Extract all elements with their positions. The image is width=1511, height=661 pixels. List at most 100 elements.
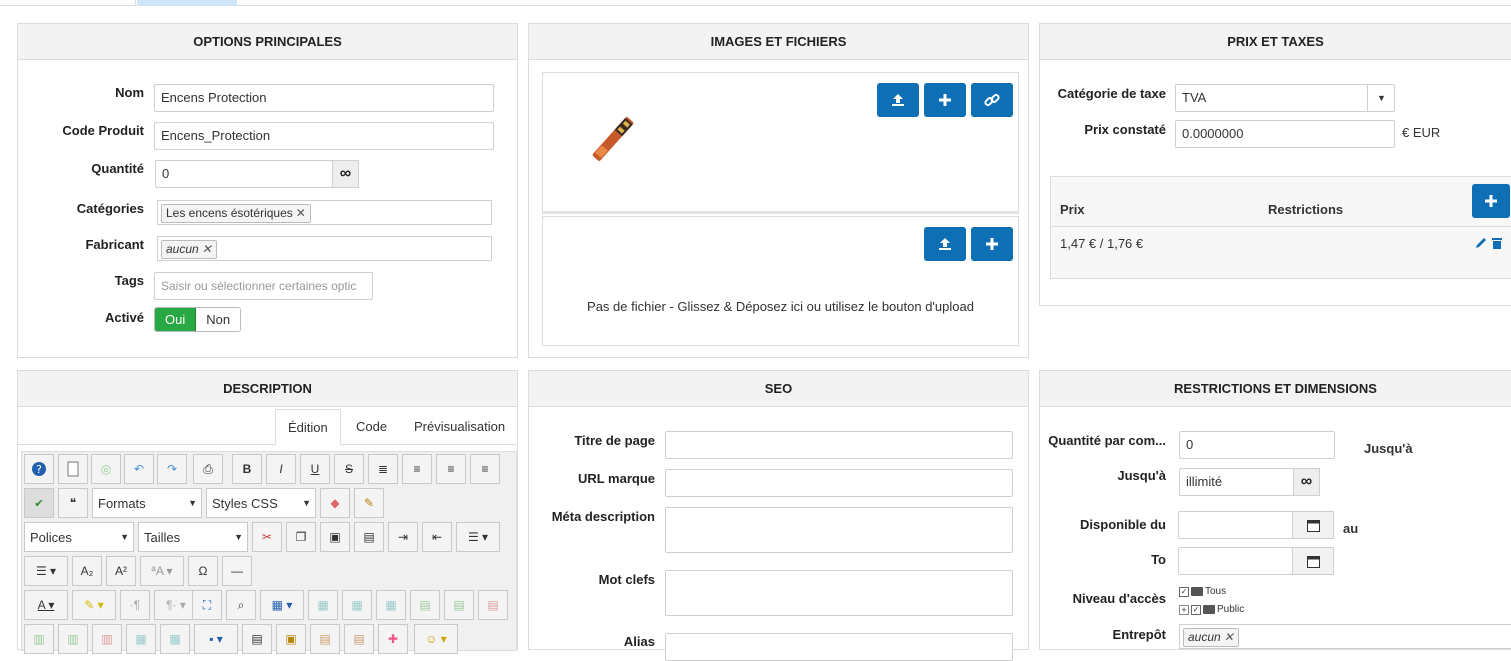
- available-from-input[interactable]: [1178, 511, 1293, 539]
- image-button[interactable]: ▤: [344, 624, 374, 654]
- char-case-button[interactable]: ªA ▾: [140, 556, 184, 586]
- table-delete-button[interactable]: ▦: [308, 590, 338, 620]
- row-before-button[interactable]: ▤: [410, 590, 440, 620]
- warehouse-select[interactable]: aucun ✕: [1179, 624, 1511, 649]
- tab-code[interactable]: Code: [344, 409, 399, 445]
- categories-select[interactable]: Les encens ésotériques ✕: [157, 200, 492, 225]
- emoticon-button[interactable]: ☺ ▾: [414, 624, 458, 654]
- superscript-button[interactable]: A²: [106, 556, 136, 586]
- upload-file-button[interactable]: [924, 227, 966, 261]
- paste-button[interactable]: ▣: [320, 522, 350, 552]
- undo-button[interactable]: ↶: [124, 454, 154, 484]
- alias-input[interactable]: [665, 633, 1013, 661]
- col-delete-button[interactable]: ▥: [92, 624, 122, 654]
- paste-text-button[interactable]: ▤: [354, 522, 384, 552]
- active-yes[interactable]: Oui: [155, 308, 197, 331]
- expand-icon[interactable]: +: [1179, 604, 1189, 615]
- add-image-button[interactable]: [924, 83, 966, 117]
- active-toggle[interactable]: Oui Non: [154, 307, 242, 332]
- code-input[interactable]: Encens_Protection: [154, 122, 494, 150]
- subscript-button[interactable]: A₂: [72, 556, 102, 586]
- special-char-button[interactable]: Ω: [188, 556, 218, 586]
- tab-active[interactable]: [137, 0, 237, 6]
- tab-inactive[interactable]: [18, 0, 136, 6]
- access-tree-tous[interactable]: ✓ Tous: [1179, 586, 1226, 597]
- trash-icon[interactable]: [1491, 236, 1503, 250]
- available-to-input[interactable]: [1178, 547, 1293, 575]
- tax-category-select[interactable]: TVA: [1175, 84, 1395, 112]
- calendar-button[interactable]: [1292, 511, 1334, 539]
- fullscreen-button[interactable]: ⛶: [192, 590, 222, 620]
- prix-constate-input[interactable]: 0.0000000: [1175, 120, 1395, 148]
- blockquote-button[interactable]: ❝: [58, 488, 88, 518]
- new-doc-button[interactable]: [58, 454, 88, 484]
- bold-button[interactable]: B: [232, 454, 262, 484]
- qty-order-input[interactable]: 0: [1179, 431, 1335, 459]
- split-cells-button[interactable]: ▦: [160, 624, 190, 654]
- link-image-button[interactable]: [971, 83, 1013, 117]
- indent-button[interactable]: ⇥: [388, 522, 418, 552]
- align-left-button[interactable]: ≡: [436, 454, 466, 484]
- tab-preview[interactable]: Prévisualisation: [402, 409, 517, 445]
- find-button[interactable]: ⌕: [226, 590, 256, 620]
- highlight-button[interactable]: ✎ ▾: [72, 590, 116, 620]
- nom-input[interactable]: Encens Protection: [154, 84, 494, 112]
- tab-edition[interactable]: Édition: [275, 409, 341, 445]
- until-input[interactable]: illimité: [1179, 468, 1294, 496]
- sizes-select[interactable]: Tailles ▼: [138, 522, 248, 552]
- ordered-list-button[interactable]: ☰ ▾: [456, 522, 500, 552]
- bullet-list-button[interactable]: ☰ ▾: [24, 556, 68, 586]
- ltr-button[interactable]: ·¶: [120, 590, 150, 620]
- keywords-textarea[interactable]: [665, 570, 1013, 616]
- image-dropzone[interactable]: [542, 72, 1019, 214]
- merge-cells-button[interactable]: ▦: [126, 624, 156, 654]
- meta-description-textarea[interactable]: [665, 507, 1013, 553]
- justify-button[interactable]: ≣: [368, 454, 398, 484]
- url-input[interactable]: [665, 469, 1013, 497]
- chevron-down-icon[interactable]: ▼: [1367, 84, 1395, 112]
- remove-tag-icon[interactable]: ✕: [296, 206, 306, 220]
- text-color-button[interactable]: A ▾: [24, 590, 68, 620]
- strike-button[interactable]: S: [334, 454, 364, 484]
- copy-button[interactable]: ❐: [286, 522, 316, 552]
- italic-button[interactable]: I: [266, 454, 296, 484]
- infinity-toggle[interactable]: ∞: [332, 160, 359, 188]
- table-button[interactable]: ▦ ▾: [260, 590, 304, 620]
- infinity-toggle[interactable]: ∞: [1293, 468, 1320, 496]
- styles-select[interactable]: Styles CSS ▼: [206, 488, 316, 518]
- insert-button[interactable]: ▤: [310, 624, 340, 654]
- print-button[interactable]: ⎙: [193, 454, 223, 484]
- save-button[interactable]: ▪ ▾: [194, 624, 238, 654]
- template-button[interactable]: ▤: [242, 624, 272, 654]
- active-no[interactable]: Non: [196, 308, 241, 331]
- pencil-icon[interactable]: [1474, 236, 1488, 250]
- align-center-button[interactable]: ≡: [402, 454, 432, 484]
- fonts-select[interactable]: Polices ▼: [24, 522, 134, 552]
- formats-select[interactable]: Formats ▼: [92, 488, 202, 518]
- hr-button[interactable]: —: [222, 556, 252, 586]
- media-button[interactable]: ▣: [276, 624, 306, 654]
- page-title-input[interactable]: [665, 431, 1013, 459]
- add-price-button[interactable]: [1472, 184, 1510, 218]
- col-after-button[interactable]: ▥: [58, 624, 88, 654]
- help-button[interactable]: ?: [24, 454, 54, 484]
- tags-input[interactable]: Saisir ou sélectionner certaines optic: [154, 272, 373, 300]
- qty-input[interactable]: 0: [155, 160, 333, 188]
- underline-button[interactable]: U: [300, 454, 330, 484]
- checkbox-checked-icon[interactable]: ✓: [1191, 604, 1201, 615]
- upload-image-button[interactable]: [877, 83, 919, 117]
- eraser-button[interactable]: ◆: [320, 488, 350, 518]
- align-right-button[interactable]: ≡: [470, 454, 500, 484]
- checkbox-checked-icon[interactable]: ✓: [1179, 586, 1189, 597]
- spellcheck-button[interactable]: ✔: [24, 488, 54, 518]
- row-delete-button[interactable]: ▤: [478, 590, 508, 620]
- redo-button[interactable]: ↷: [157, 454, 187, 484]
- add-file-button[interactable]: [971, 227, 1013, 261]
- table-cell-button[interactable]: ▦: [376, 590, 406, 620]
- calendar-button[interactable]: [1292, 547, 1334, 575]
- file-dropzone[interactable]: Pas de fichier - Glissez & Déposez ici o…: [542, 216, 1019, 346]
- col-before-button[interactable]: ▥: [24, 624, 54, 654]
- access-tree-public[interactable]: + ✓ Public: [1179, 604, 1244, 615]
- table-row-button[interactable]: ▦: [342, 590, 372, 620]
- plugin-button[interactable]: ✚: [378, 624, 408, 654]
